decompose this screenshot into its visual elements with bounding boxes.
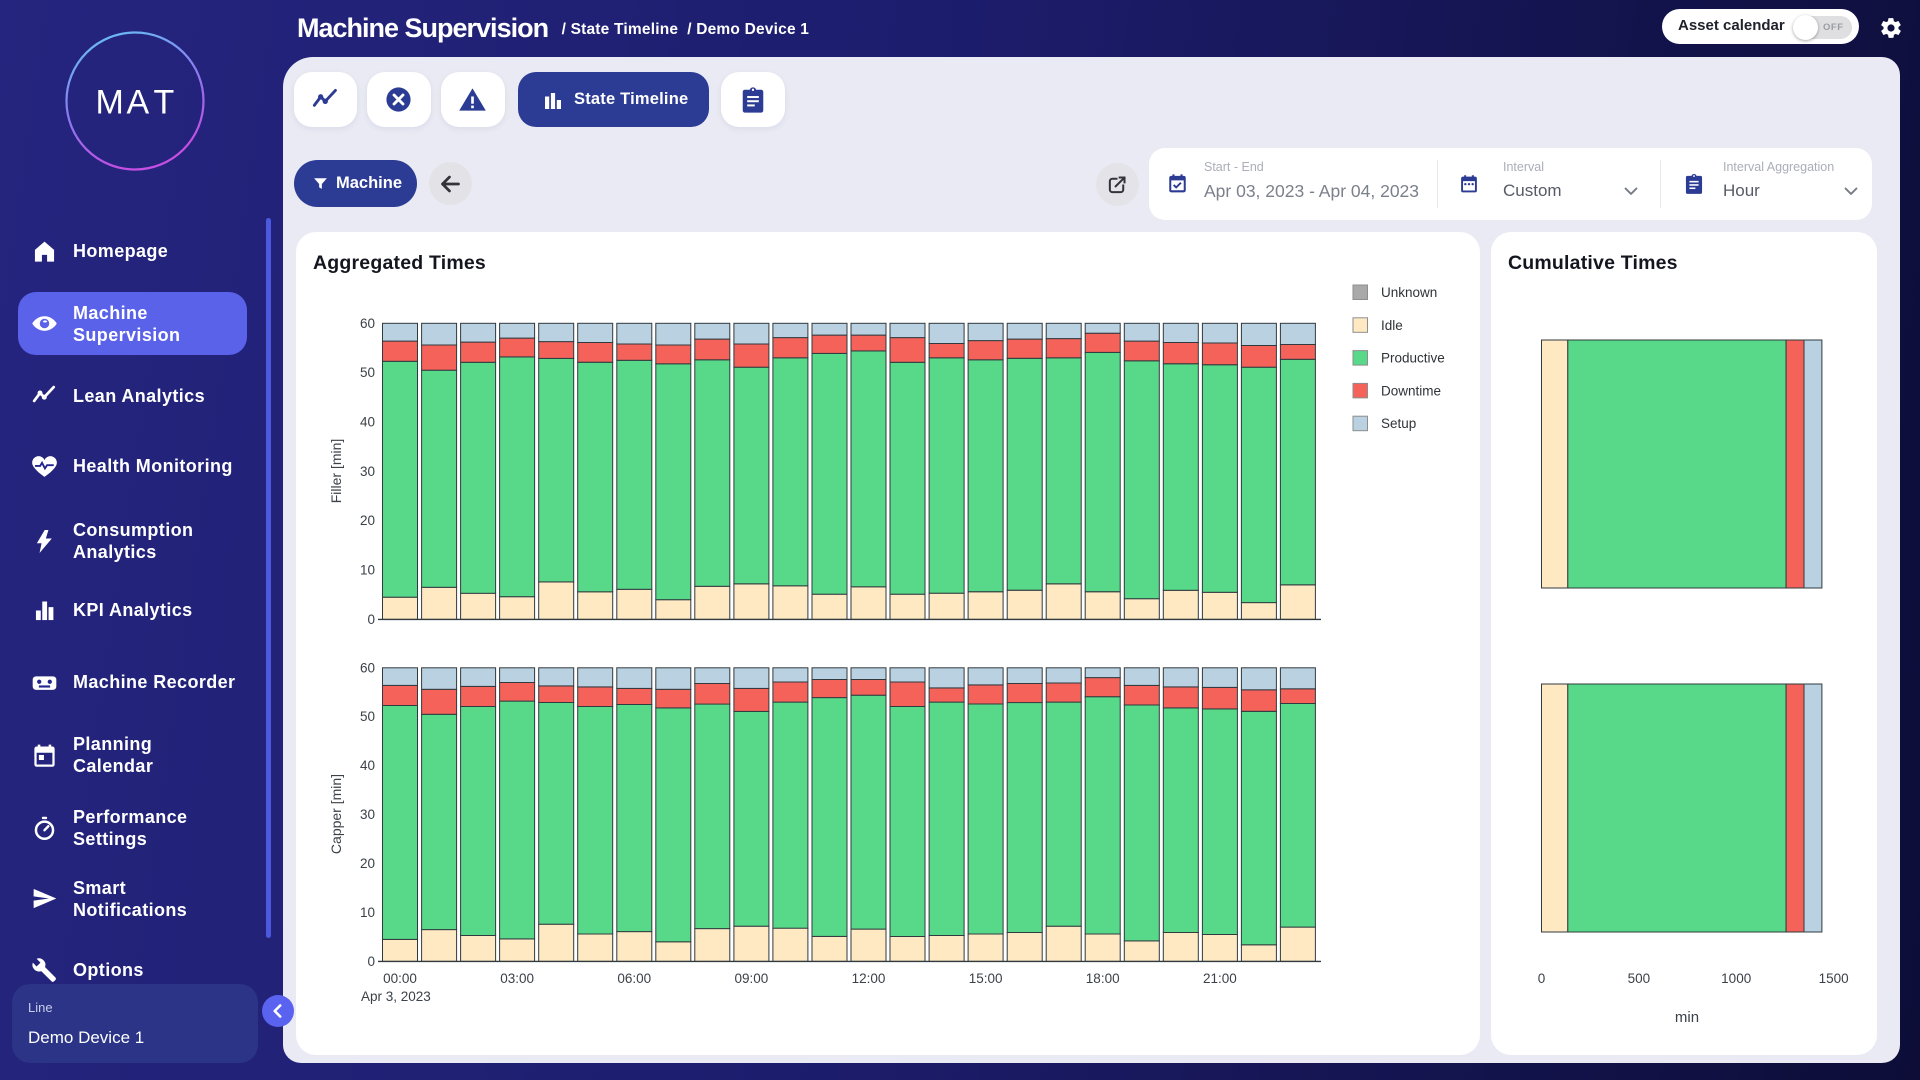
svg-text:40: 40 <box>360 758 375 773</box>
svg-text:30: 30 <box>360 807 375 822</box>
svg-text:Setup: Setup <box>1381 416 1416 431</box>
svg-text:Apr 3, 2023: Apr 3, 2023 <box>361 989 431 1004</box>
svg-text:20: 20 <box>360 856 375 871</box>
svg-text:06:00: 06:00 <box>617 971 651 986</box>
svg-text:12:00: 12:00 <box>852 971 886 986</box>
svg-text:1500: 1500 <box>1819 971 1849 986</box>
svg-text:Capper [min]: Capper [min] <box>328 774 344 854</box>
svg-text:60: 60 <box>360 660 375 675</box>
svg-text:10: 10 <box>360 563 375 578</box>
svg-text:Productive: Productive <box>1381 351 1445 366</box>
svg-text:0: 0 <box>367 954 375 969</box>
svg-text:15:00: 15:00 <box>969 971 1003 986</box>
svg-text:Unknown: Unknown <box>1381 285 1437 300</box>
svg-text:20: 20 <box>360 513 375 528</box>
svg-text:40: 40 <box>360 415 375 430</box>
svg-text:09:00: 09:00 <box>735 971 769 986</box>
svg-text:0: 0 <box>1538 971 1546 986</box>
svg-text:21:00: 21:00 <box>1203 971 1237 986</box>
svg-text:10: 10 <box>360 905 375 920</box>
svg-text:Downtime: Downtime <box>1381 383 1441 398</box>
svg-text:min: min <box>1675 1009 1699 1026</box>
svg-text:1000: 1000 <box>1721 971 1751 986</box>
svg-text:0: 0 <box>367 612 375 627</box>
svg-text:50: 50 <box>360 709 375 724</box>
svg-text:500: 500 <box>1628 971 1651 986</box>
svg-text:03:00: 03:00 <box>500 971 534 986</box>
svg-text:30: 30 <box>360 464 375 479</box>
svg-text:Filler [min]: Filler [min] <box>328 439 344 504</box>
svg-text:60: 60 <box>360 316 375 331</box>
svg-text:50: 50 <box>360 365 375 380</box>
svg-text:Idle: Idle <box>1381 318 1403 333</box>
svg-text:18:00: 18:00 <box>1086 971 1120 986</box>
svg-text:00:00: 00:00 <box>383 971 417 986</box>
